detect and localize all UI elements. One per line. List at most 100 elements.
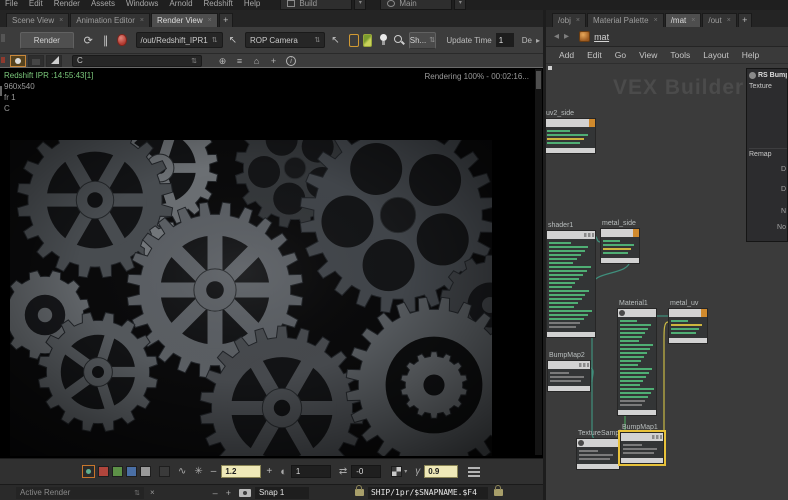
gamma-field[interactable]: 1.2 <box>221 465 262 478</box>
netmenu-add[interactable]: Add <box>559 50 574 60</box>
node-shader1[interactable]: shader1 <box>546 222 596 338</box>
zoom-icon[interactable]: ⊕ <box>216 55 229 67</box>
channel-icon-0[interactable] <box>98 466 109 477</box>
close-icon[interactable]: × <box>691 17 695 24</box>
parameter-panel-header[interactable]: RS Bump <box>747 69 787 81</box>
waveform-icon[interactable]: ∿ <box>178 466 186 477</box>
stop-render-icon[interactable] <box>117 34 127 46</box>
chevron-down-icon[interactable]: ▾ <box>354 0 367 10</box>
pause-icon[interactable]: ∥ <box>103 34 109 47</box>
scrollbar-handle[interactable] <box>536 71 541 89</box>
chevron-down-icon[interactable]: ▾ <box>454 0 467 10</box>
shading-mode-button[interactable]: Sh... ⇅ <box>408 31 437 49</box>
close-icon[interactable]: × <box>208 17 212 24</box>
node-uv2-side[interactable]: uv2_side <box>546 110 596 154</box>
ipr-grid-icon[interactable] <box>348 33 359 47</box>
toolbar-overflow-icon[interactable]: ▸ <box>536 36 540 45</box>
netmenu-tools[interactable]: Tools <box>670 50 690 60</box>
netmenu-edit[interactable]: Edit <box>587 50 602 60</box>
menu-assets[interactable]: Assets <box>91 0 115 8</box>
lock-icon[interactable] <box>493 485 503 496</box>
breadcrumb[interactable]: mat <box>594 32 609 42</box>
node-bumpmap1[interactable]: BumpMap1 <box>620 424 664 464</box>
shelf-main[interactable]: Main <box>380 0 453 10</box>
snapshot-path-field[interactable]: SHIP/1pr/$SNAPNAME.$F4 <box>367 486 488 499</box>
rop-selector[interactable]: /out/Redshift_IPR1 ⇅ <box>135 32 223 48</box>
rop-pick-icon[interactable]: ↖ <box>229 35 237 46</box>
tab-animation-editor[interactable]: Animation Editor × <box>70 13 150 27</box>
split-view-icon[interactable] <box>46 54 62 67</box>
render-button[interactable]: Render <box>20 31 74 49</box>
close-icon[interactable]: × <box>59 17 63 24</box>
node-texturesampler1[interactable]: TextureSampler1 <box>576 430 631 470</box>
lights-icon[interactable] <box>379 34 389 46</box>
close-icon[interactable]: × <box>140 17 144 24</box>
lut-field[interactable]: 0.9 <box>424 465 459 478</box>
home-view-icon[interactable]: ⌂ <box>250 55 263 67</box>
pane-grip[interactable] <box>1 34 5 42</box>
menu-windows[interactable]: Windows <box>126 0 158 8</box>
new-tab-button[interactable]: + <box>218 13 233 27</box>
checker-background-icon[interactable] <box>391 466 403 477</box>
lock-icon[interactable] <box>354 485 364 496</box>
network-editor[interactable]: VEX Builder uv2_side shader1 metal_side Mat… <box>546 64 788 500</box>
node-header[interactable] <box>548 361 590 369</box>
node-metal-side[interactable]: metal_side <box>600 220 640 264</box>
layers-icon[interactable]: ≡ <box>233 55 246 67</box>
gamma-curve-icon[interactable]: γ <box>415 466 420 477</box>
tab-obj[interactable]: /obj × <box>552 13 586 27</box>
snapshot-camera-icon[interactable] <box>238 488 251 497</box>
gamma-plus-button[interactable]: + <box>266 466 272 477</box>
background-toggle-icon[interactable] <box>28 54 44 67</box>
flare-icon[interactable]: ✳ <box>194 466 202 477</box>
tab-material-palette[interactable]: Material Palette × <box>587 13 664 27</box>
node-header[interactable] <box>669 309 707 317</box>
node-header[interactable] <box>547 231 595 239</box>
channel-icon-2[interactable] <box>126 466 137 477</box>
netmenu-go[interactable]: Go <box>615 50 626 60</box>
menu-file[interactable]: File <box>5 0 18 8</box>
list-menu-icon[interactable] <box>468 466 481 477</box>
node-header[interactable] <box>546 119 595 127</box>
channel-icon-3[interactable] <box>140 466 151 477</box>
chevron-down-icon[interactable]: ▾ <box>404 468 407 475</box>
pane-grip[interactable] <box>1 57 5 63</box>
tab-scene-view[interactable]: Scene View × <box>6 13 70 27</box>
menu-help[interactable]: Help <box>244 0 260 8</box>
node-header[interactable] <box>621 433 663 441</box>
menu-render[interactable]: Render <box>54 0 80 8</box>
pane-grip[interactable] <box>0 86 2 96</box>
menu-redshift[interactable]: Redshift <box>204 0 233 8</box>
snapshot-name-field[interactable]: Snap 1 <box>254 486 309 499</box>
camera-selector[interactable]: ROP Camera ⇅ <box>244 32 326 48</box>
contrast-icon[interactable]: ◐ <box>280 466 287 478</box>
info-icon[interactable]: i <box>286 55 296 66</box>
refresh-icon[interactable]: ⟳ <box>84 34 93 47</box>
render-region-icon[interactable] <box>362 33 373 47</box>
image-plane-selector[interactable]: C ⇅ <box>72 54 202 67</box>
magnify-icon[interactable] <box>393 34 402 46</box>
active-render-selector[interactable]: Active Render ⇅ <box>16 486 144 499</box>
node-header[interactable] <box>577 439 619 447</box>
channel-all-icon[interactable] <box>82 465 95 478</box>
back-icon[interactable]: ◂ <box>554 31 559 42</box>
channel-icon-1[interactable] <box>112 466 123 477</box>
close-render-icon[interactable]: × <box>150 488 155 497</box>
display-toggle-icon[interactable] <box>10 54 26 67</box>
contrast-field[interactable]: 1 <box>290 465 331 478</box>
netmenu-layout[interactable]: Layout <box>703 50 729 60</box>
viewport-scrollbar[interactable] <box>535 69 542 455</box>
node-header[interactable] <box>601 229 639 237</box>
node-metal-uv[interactable]: metal_uv <box>668 300 708 344</box>
node-bumpmap2[interactable]: BumpMap2 <box>547 352 591 392</box>
snapshot-minus-button[interactable]: – <box>213 488 218 498</box>
close-icon[interactable]: × <box>654 17 658 24</box>
snapshot-plus-button[interactable]: + <box>226 488 231 498</box>
tab-render-view[interactable]: Render View × <box>151 13 218 27</box>
close-icon[interactable]: × <box>727 17 731 24</box>
camera-pick-icon[interactable]: ↖ <box>331 35 339 46</box>
tab-out[interactable]: /out × <box>702 13 737 27</box>
render-viewport[interactable]: Redshift IPR :14:55:43[1] 960x540 fr 1 C Re… <box>0 68 543 458</box>
close-icon[interactable]: × <box>576 17 580 24</box>
tab-mat[interactable]: /mat × <box>664 13 702 27</box>
